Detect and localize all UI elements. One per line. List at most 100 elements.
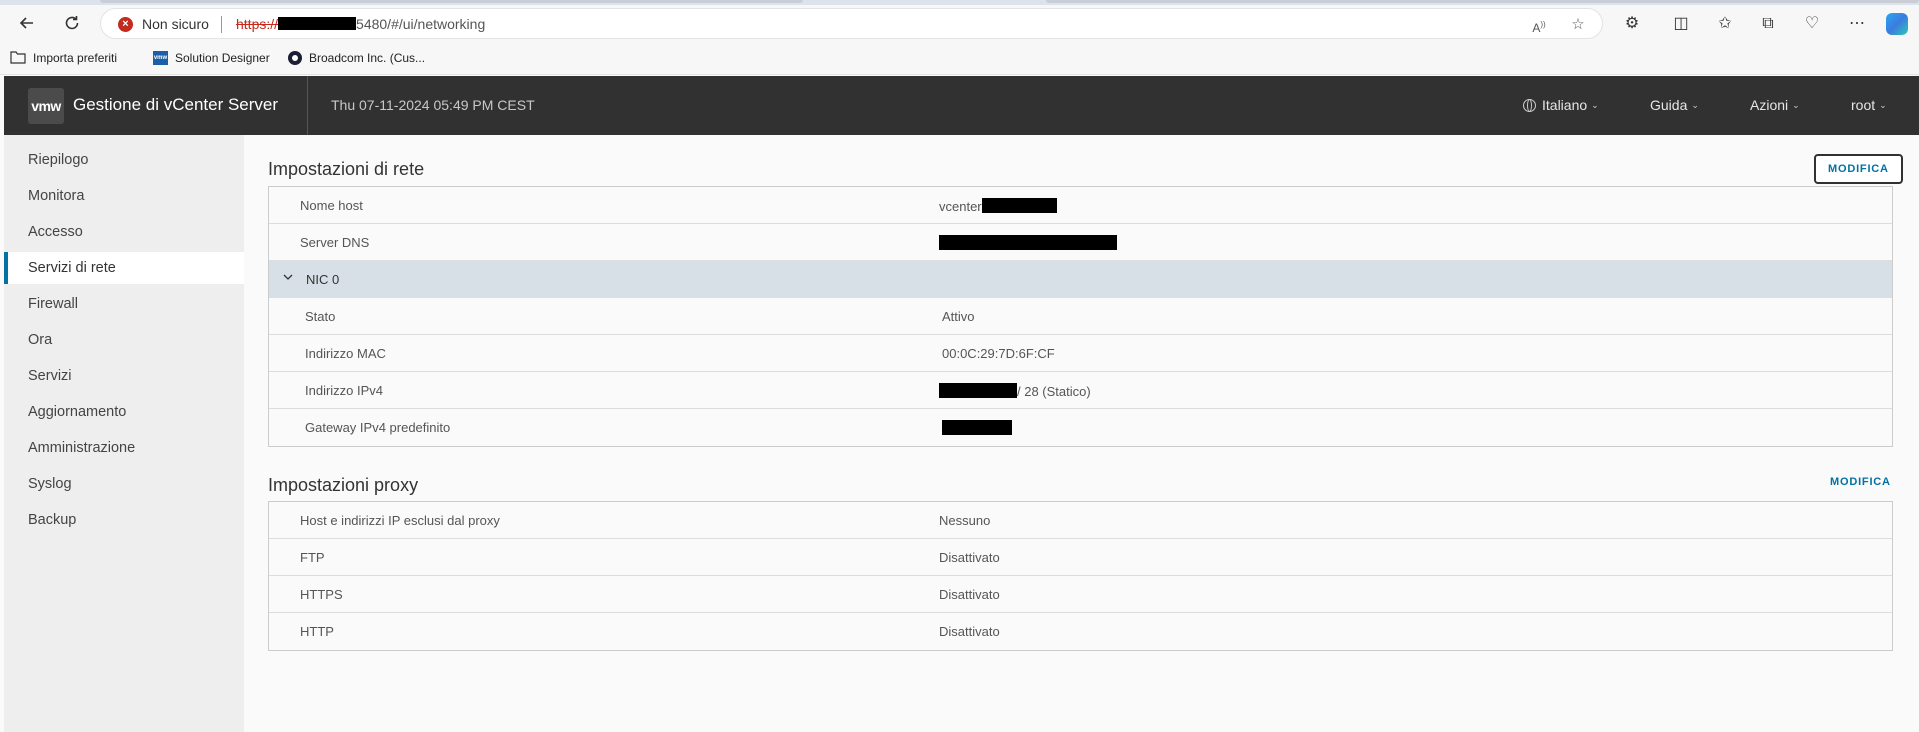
split-screen-icon[interactable]: ◫: [1670, 13, 1692, 35]
favorites-icon[interactable]: ✩: [1714, 13, 1736, 35]
proxy-edit-button[interactable]: MODIFICA: [1830, 476, 1891, 496]
bookmark-solution-designer[interactable]: vmw Solution Designer: [153, 49, 270, 67]
table-row: HTTPS Disattivato: [269, 576, 1892, 613]
proxy-key: HTTP: [300, 624, 334, 639]
table-row: Server DNS: [269, 224, 1892, 261]
table-row: Indirizzo IPv4 / 28 (Statico): [269, 372, 1892, 409]
browser-essentials-icon[interactable]: ♡: [1801, 13, 1823, 35]
state-value: Attivo: [942, 309, 975, 324]
actions-menu[interactable]: Azioni ⌄: [1750, 97, 1800, 113]
app-title: Gestione di vCenter Server: [73, 95, 279, 114]
chevron-down-icon: ⌄: [1691, 99, 1699, 110]
sidebar-item-firewall[interactable]: Firewall: [4, 288, 244, 320]
proxy-value: Disattivato: [939, 550, 1000, 565]
redacted-ipv4: [939, 383, 1017, 398]
dns-key: Server DNS: [300, 235, 370, 250]
browser-tab[interactable]: [1046, 0, 1919, 3]
redacted-gateway: [942, 420, 1012, 435]
sidebar-item-servizi[interactable]: Servizi: [4, 360, 244, 392]
chevron-down-icon[interactable]: [283, 272, 293, 282]
redacted-dns: [939, 235, 1117, 250]
read-aloud-icon[interactable]: A)): [1529, 15, 1549, 35]
sidebar-item-accesso[interactable]: Accesso: [4, 216, 244, 248]
extensions-icon[interactable]: ⚙: [1621, 13, 1643, 35]
globe-icon: [1523, 98, 1536, 112]
header-divider: [307, 76, 308, 135]
url-scheme: https://: [236, 16, 279, 32]
chevron-down-icon: ⌄: [1879, 99, 1887, 110]
state-key: Stato: [305, 309, 336, 324]
hostname-value: vcenter: [939, 198, 1057, 214]
sidebar-nav: Riepilogo Monitora Accesso Servizi di re…: [4, 135, 244, 732]
actions-label: Azioni: [1750, 97, 1789, 113]
network-settings-title: Impostazioni di rete: [268, 159, 425, 179]
url-path: 5480/#/ui/networking: [356, 16, 486, 32]
bookmark-broadcom[interactable]: Broadcom Inc. (Cus...: [288, 49, 425, 67]
redacted-hostname: [981, 198, 1057, 213]
sidebar-item-servizi-di-rete[interactable]: Servizi di rete: [4, 252, 244, 284]
copilot-icon[interactable]: [1886, 13, 1908, 35]
ipv4-key: Indirizzo IPv4: [305, 383, 384, 398]
arrow-left-icon: [19, 17, 33, 29]
more-menu-icon[interactable]: ⋯: [1846, 13, 1868, 35]
sidebar-item-riepilogo[interactable]: Riepilogo: [4, 144, 244, 176]
header-datetime: Thu 07-11-2024 05:49 PM CEST: [331, 97, 535, 113]
table-row: Gateway IPv4 predefinito: [269, 409, 1892, 446]
sidebar-item-monitora[interactable]: Monitora: [4, 180, 244, 212]
security-label[interactable]: Non sicuro: [142, 16, 209, 32]
help-menu[interactable]: Guida ⌄: [1650, 97, 1699, 113]
proxy-key: FTP: [300, 550, 325, 565]
hostname-key: Nome host: [300, 198, 363, 213]
collections-icon[interactable]: ⧉: [1757, 13, 1779, 35]
reload-icon: [65, 16, 79, 30]
table-row: HTTP Disattivato: [269, 613, 1892, 650]
table-row: Indirizzo MAC 00:0C:29:7D:6F:CF: [269, 335, 1892, 372]
proxy-value: Disattivato: [939, 624, 1000, 639]
language-label: Italiano: [1542, 97, 1588, 113]
favorite-star-icon[interactable]: ☆: [1568, 15, 1588, 35]
proxy-value: Nessuno: [939, 513, 991, 528]
chevron-down-icon: ⌄: [1591, 99, 1599, 110]
sidebar-item-aggiornamento[interactable]: Aggiornamento: [4, 396, 244, 428]
sidebar-item-amministrazione[interactable]: Amministrazione: [4, 432, 244, 464]
gateway-key: Gateway IPv4 predefinito: [305, 420, 451, 435]
browser-tab[interactable]: [100, 0, 803, 3]
table-row: Stato Attivo: [269, 298, 1892, 335]
address-separator: [221, 16, 222, 33]
bookmark-label: Broadcom Inc. (Cus...: [309, 51, 426, 65]
browser-toolbar: × Non sicuro https:// 5480/#/ui/networkin…: [0, 5, 1919, 41]
network-edit-button[interactable]: MODIFICA: [1814, 154, 1903, 184]
mac-key: Indirizzo MAC: [305, 346, 386, 361]
user-label: root: [1851, 97, 1876, 113]
proxy-key: Host e indirizzi IP esclusi dal proxy: [300, 513, 500, 528]
back-button[interactable]: [12, 8, 42, 38]
bookmark-label: Importa preferiti: [33, 51, 118, 65]
broadcom-favicon: [288, 51, 302, 65]
table-row: Nome host vcenter: [269, 187, 1892, 224]
sidebar-item-syslog[interactable]: Syslog: [4, 468, 244, 500]
chevron-down-icon: ⌄: [1792, 99, 1800, 110]
url-text[interactable]: https:// 5480/#/ui/networking: [236, 16, 485, 32]
sidebar-item-backup[interactable]: Backup: [4, 504, 244, 536]
proxy-settings-table: Host e indirizzi IP esclusi dal proxy Ne…: [268, 501, 1893, 651]
ipv4-value: / 28 (Statico): [939, 383, 1091, 399]
app-header: vmw Gestione di vCenter Server Thu 07-11…: [4, 76, 1919, 135]
nic-group-header[interactable]: NIC 0: [269, 261, 1892, 298]
proxy-key: HTTPS: [300, 587, 343, 602]
help-label: Guida: [1650, 97, 1688, 113]
reload-button[interactable]: [57, 8, 87, 38]
security-warning-icon[interactable]: ×: [118, 17, 133, 32]
bookmark-import[interactable]: Importa preferiti: [10, 49, 117, 67]
language-menu[interactable]: Italiano ⌄: [1523, 97, 1599, 113]
proxy-settings-title: Impostazioni proxy: [268, 475, 419, 495]
ipv4-suffix: / 28 (Statico): [1017, 384, 1091, 399]
user-menu[interactable]: root ⌄: [1851, 97, 1887, 113]
bookmark-label: Solution Designer: [175, 51, 270, 65]
table-row: Host e indirizzi IP esclusi dal proxy Ne…: [269, 502, 1892, 539]
address-bar[interactable]: × Non sicuro https:// 5480/#/ui/networkin…: [100, 8, 1603, 39]
sidebar-item-ora[interactable]: Ora: [4, 324, 244, 356]
vmware-logo: vmw: [28, 88, 64, 124]
dns-value: [939, 235, 1117, 251]
mac-value: 00:0C:29:7D:6F:CF: [942, 346, 1055, 361]
table-row: FTP Disattivato: [269, 539, 1892, 576]
